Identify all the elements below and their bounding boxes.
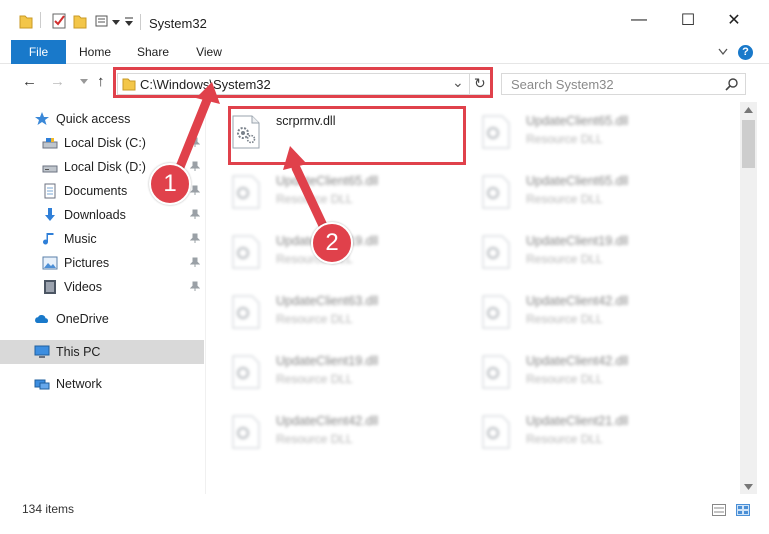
step-badge-1: 1 — [149, 163, 191, 205]
arrow-head-icon — [283, 146, 307, 170]
arrow-to-file-icon — [291, 163, 331, 237]
arrow-to-address-icon — [173, 95, 212, 177]
annotation-arrows — [173, 82, 331, 237]
step-badge-2: 2 — [311, 222, 353, 264]
arrow-head-icon — [196, 82, 220, 104]
